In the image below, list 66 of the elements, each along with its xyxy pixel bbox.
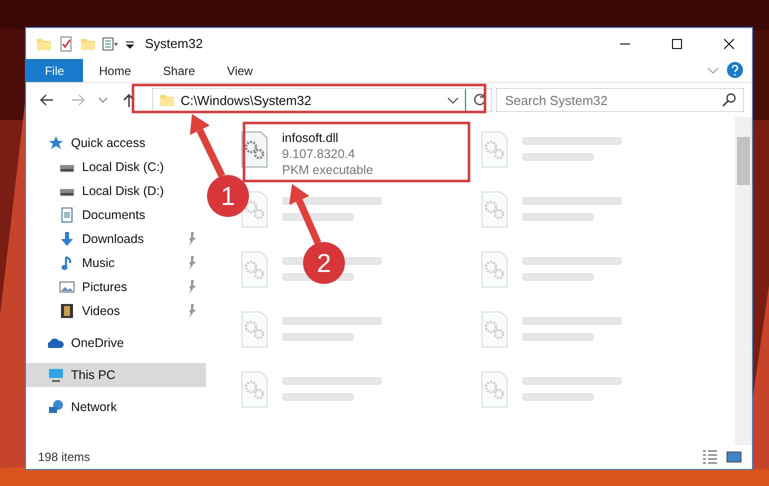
sidebar-item[interactable]: Local Disk (C:) [26,155,206,179]
maximize-icon [672,38,682,48]
download-icon [59,231,75,247]
window-title: System32 [145,36,204,51]
help-icon [727,62,743,78]
gear-file-icon [480,371,510,409]
blurred-label [522,333,594,341]
gear-file-icon [240,371,270,409]
blurred-label [282,393,354,401]
help-button[interactable] [724,59,746,81]
sidebar-item[interactable]: This PC [26,363,206,387]
step-badge: 1 [207,175,249,217]
forward-arrow-icon [70,92,86,108]
blurred-label [522,393,594,401]
item-count: 198 items [38,450,90,464]
folder-icon [158,92,175,108]
search-icon [722,93,736,107]
chevron-down-icon [707,65,719,75]
scrollbar[interactable] [735,117,752,445]
gear-file-icon [480,191,510,229]
sidebar-item[interactable]: Downloads [26,227,206,251]
checklist-icon [58,36,74,52]
file-menu-button[interactable]: File [26,59,83,82]
monitor-icon [48,367,64,383]
film-icon [59,303,75,319]
ribbon-tab[interactable]: Home [83,59,148,82]
arrow [289,184,322,244]
blurred-label [522,213,594,221]
caret-icon [98,96,108,104]
network-icon [48,399,64,415]
properties-icon [102,36,119,52]
step-badge: 2 [303,242,345,284]
scroll-thumb[interactable] [737,137,750,185]
sidebar-item[interactable]: Local Disk (D:) [26,179,206,203]
sidebar-item[interactable]: OneDrive [26,331,206,355]
address-bar[interactable]: C:\Windows\System32 [152,88,492,112]
blurred-label [522,273,594,281]
gear-file-icon [480,251,510,289]
sidebar-item[interactable]: Videos [26,299,206,323]
ribbon-tab[interactable]: Share [147,59,212,82]
ribbon-tab[interactable]: View [211,59,269,82]
arrow [190,114,226,178]
blurred-label [282,333,354,341]
chevron-down-icon [446,96,459,104]
sidebar-item[interactable]: Documents [26,203,206,227]
sidebar-item[interactable]: Network [26,395,206,419]
back-arrow-icon [38,92,55,108]
gear-file-icon [480,311,510,349]
sidebar-item[interactable]: Quick access [26,131,206,155]
details-view-icon [702,449,718,465]
file-name[interactable]: infosoft.dll [282,131,374,145]
sidebar-item[interactable]: Pictures [26,275,206,299]
file-version: 9.107.8320.4 [282,147,356,161]
search-field[interactable]: Search System32 [496,88,744,112]
gear-file-icon [240,251,270,289]
close-icon [724,38,734,48]
document-icon [59,207,75,223]
sidebar-item[interactable]: Music [26,251,206,275]
blurred-label [522,153,594,161]
tiles-view-icon [726,449,742,465]
address-path: C:\Windows\System32 [180,92,312,108]
gear-file-icon [480,131,510,169]
star-icon [48,135,64,151]
file-type: PKM executable [282,163,374,177]
picture-icon [59,279,75,295]
gear-file-icon [240,311,270,349]
